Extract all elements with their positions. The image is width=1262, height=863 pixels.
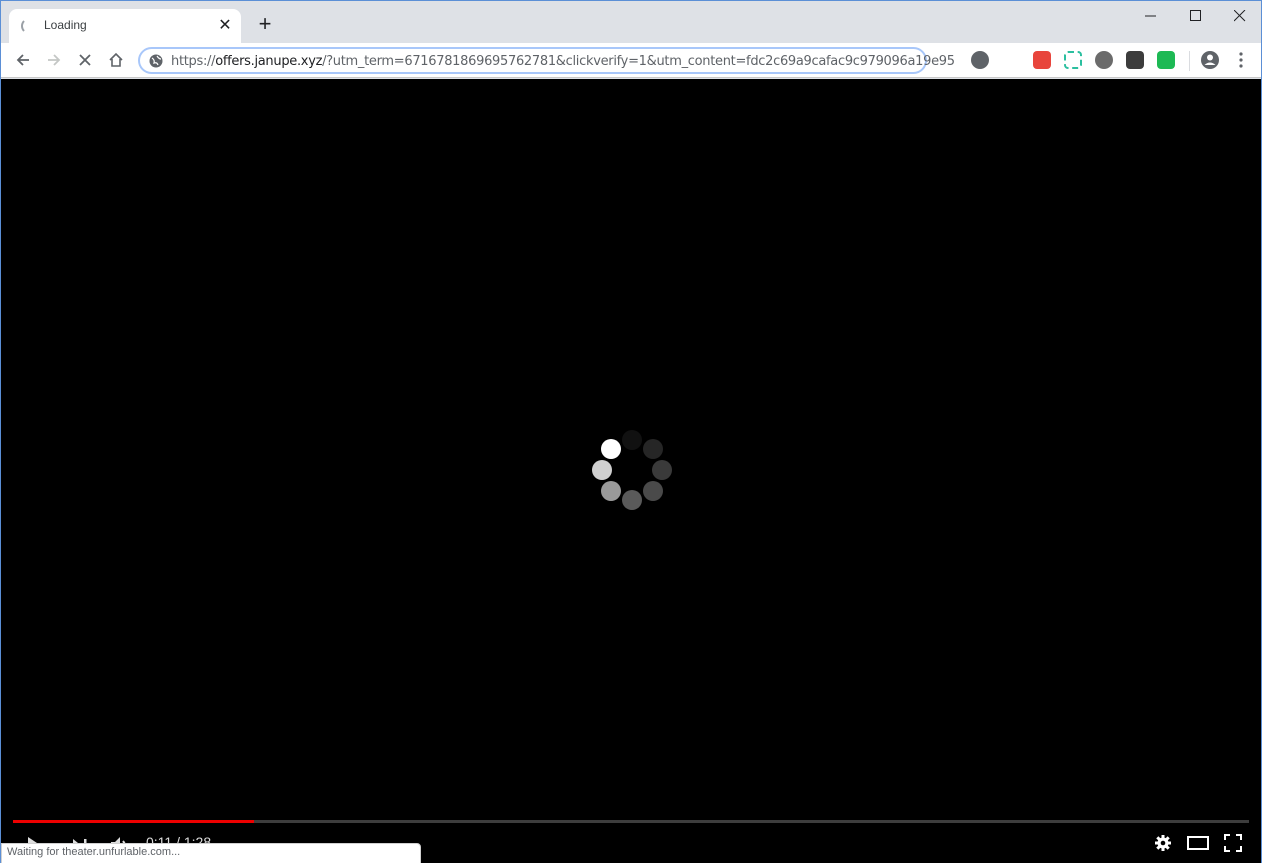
close-icon	[1234, 10, 1246, 22]
minimize-icon	[1145, 15, 1156, 17]
spinner-dot	[600, 481, 621, 502]
settings-button[interactable]	[1151, 831, 1175, 855]
profile-button[interactable]	[1197, 47, 1223, 73]
maximize-button[interactable]	[1173, 1, 1219, 31]
spinner-dot	[622, 430, 642, 450]
spinner-dot	[600, 438, 621, 459]
forward-button[interactable]	[41, 47, 67, 73]
url-host: offers.janupe.xyz	[215, 54, 323, 69]
active-tab[interactable]: Loading ✕	[9, 9, 241, 43]
music-extension-icon[interactable]	[971, 51, 989, 69]
tab-title: Loading	[44, 18, 87, 32]
toolbar: https://offers.janupe.xyz/?utm_term=6716…	[1, 43, 1261, 78]
back-arrow-icon	[16, 54, 29, 66]
gear-icon	[1155, 835, 1171, 851]
forward-arrow-icon	[48, 54, 61, 66]
toolbar-divider	[1189, 51, 1190, 71]
theater-mode-icon	[1187, 836, 1209, 850]
shield-extension-icon[interactable]	[1157, 51, 1175, 69]
profile-avatar-icon	[1201, 51, 1219, 69]
spinner-dot	[622, 490, 642, 510]
spinner-dot	[643, 438, 664, 459]
pdf-extension-icon[interactable]	[1064, 51, 1082, 69]
menu-button[interactable]	[1228, 47, 1254, 73]
kebab-menu-icon	[1239, 52, 1243, 68]
close-window-button[interactable]	[1217, 1, 1262, 31]
loading-spinner-icon	[21, 18, 37, 34]
swirl-extension-icon[interactable]	[1095, 51, 1113, 69]
progress-played	[13, 820, 255, 823]
maximize-icon	[1190, 10, 1201, 21]
tab-close-icon[interactable]: ✕	[215, 16, 235, 36]
url-scheme: https://	[171, 54, 216, 69]
url-path: /?utm_term=6716781869695762781&clickveri…	[322, 54, 955, 69]
home-button[interactable]	[103, 47, 129, 73]
status-bubble: Waiting for theater.unfurlable.com...	[1, 843, 421, 863]
progress-bar[interactable]	[13, 820, 1249, 823]
stop-button[interactable]	[72, 47, 98, 73]
theater-mode-button[interactable]	[1186, 831, 1210, 855]
dark-cube-extension-icon[interactable]	[1126, 51, 1144, 69]
new-tab-button[interactable]: +	[253, 13, 277, 37]
minimize-button[interactable]	[1128, 1, 1174, 31]
spinner-dot	[652, 460, 672, 480]
title-bar: Loading ✕ +	[1, 1, 1261, 43]
video-player[interactable]: 0:11 / 1:28	[1, 79, 1261, 863]
mail-extension-icon[interactable]	[1033, 51, 1051, 69]
fullscreen-icon	[1224, 834, 1242, 852]
spinner-dot	[592, 460, 612, 480]
url-text[interactable]: https://offers.janupe.xyz/?utm_term=6716…	[171, 54, 955, 69]
fullscreen-button[interactable]	[1221, 831, 1245, 855]
spinner-dot	[643, 481, 664, 502]
home-icon	[109, 52, 123, 67]
address-bar[interactable]: https://offers.janupe.xyz/?utm_term=6716…	[138, 47, 955, 74]
browser-window: Loading ✕ + https://offers.janupe.xyz/?u…	[0, 0, 1262, 863]
stop-x-icon	[79, 54, 91, 66]
back-button[interactable]	[10, 47, 36, 73]
globe-icon[interactable]	[149, 54, 163, 68]
